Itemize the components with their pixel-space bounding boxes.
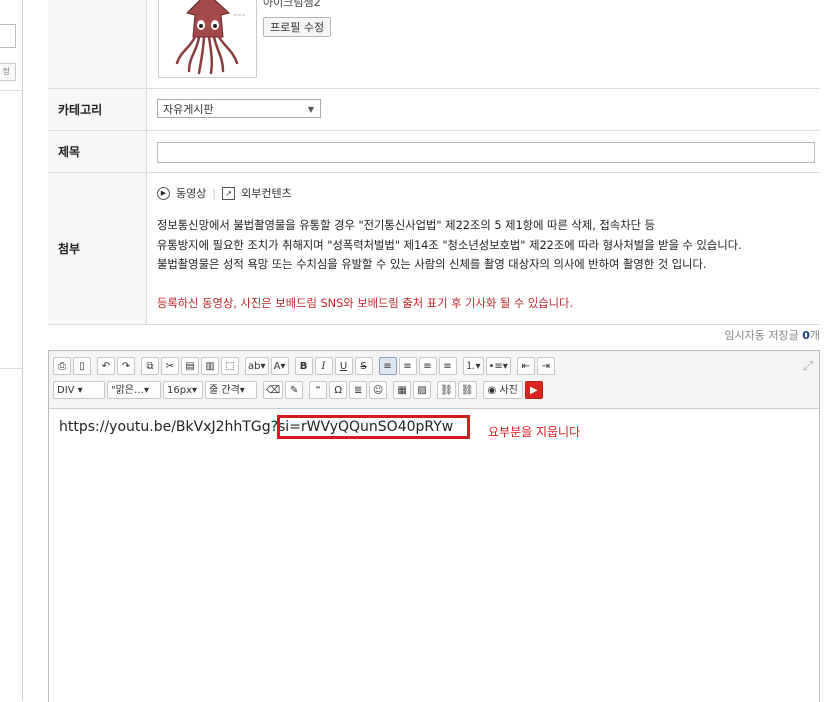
editor-toolbar: ⎙ ▯ ↶ ↷ ⧉ ✂ ▤ ▥ ⬚ ab▾ A▾ B I U S ≡ ≡ ≡ ≡… (49, 351, 819, 409)
toolbar-row-2: DIV ▾ "맑은…▾ 16px▾ 줄 간격▾ ⌫ ✎ “ Ω ≣ ☺ ▦ ▨ … (53, 381, 543, 399)
select-all-icon[interactable]: ⬚ (221, 357, 239, 375)
format-select[interactable]: DIV ▾ (53, 381, 105, 399)
camera-icon: ◉ (487, 385, 497, 396)
external-link-icon: ↗ (222, 186, 236, 200)
font-size-select[interactable]: 16px▾ (163, 381, 203, 399)
font-family-select-value: "맑은… (111, 385, 144, 396)
sidebar-divider (0, 90, 22, 91)
play-circle-icon: ▶ (157, 186, 170, 200)
font-family-select[interactable]: "맑은…▾ (107, 381, 161, 399)
sidebar-divider (0, 368, 22, 369)
special-char-icon[interactable]: Ω (329, 381, 348, 399)
outdent-icon[interactable]: ⇤ (516, 357, 535, 375)
attach-video-link[interactable]: 동영상 (176, 185, 206, 201)
category-select-value: 자유게시판 (163, 103, 214, 116)
font-color-icon[interactable]: A▾ (270, 357, 289, 375)
strikethrough-icon[interactable]: S (354, 357, 373, 375)
unlink-icon[interactable]: ⛓ (457, 381, 477, 399)
legal-notice: 정보통신망에서 불법촬영물을 유통할 경우 "전기통신사업법" 제22조의 5 … (157, 216, 742, 275)
fullscreen-icon[interactable]: ⤢ (803, 359, 813, 374)
attach-external-link[interactable]: 외부컨텐츠 (241, 185, 292, 201)
photo-button[interactable]: ◉ 사진 (482, 381, 523, 399)
highlight-color-icon[interactable]: ab▾ (245, 357, 269, 375)
table-icon[interactable]: ▦ (393, 381, 412, 399)
edit-profile-button[interactable]: 프로필 수정 (263, 17, 332, 37)
italic-icon[interactable]: I (314, 357, 333, 375)
indent-icon[interactable]: ⇥ (536, 357, 555, 375)
rich-text-editor: ⎙ ▯ ↶ ↷ ⧉ ✂ ▤ ▥ ⬚ ab▾ A▾ B I U S ≡ ≡ ≡ ≡… (48, 350, 820, 702)
clear-format-icon[interactable]: ⌫ (263, 381, 284, 399)
sidebar-input[interactable] (0, 24, 16, 48)
bullet-list-icon[interactable]: •≡▾ (485, 357, 511, 375)
post-form: ~~~ 아이크림샘2 프로필 수정 카테고리 자유게시판 ▼ 제목 첨부 ▶ 동 (48, 0, 820, 325)
autosave-status[interactable]: 임시자동 저장글 0개 (48, 327, 820, 343)
notice-line: 정보통신망에서 불법촬영물을 유통할 경우 "전기통신사업법" 제22조의 5 … (157, 219, 655, 232)
title-row: 제목 (48, 131, 820, 173)
format-select-value: DIV (57, 385, 75, 396)
chevron-down-icon: ▼ (307, 105, 314, 114)
svg-text:~~~: ~~~ (233, 13, 246, 19)
attachment-row: 첨부 ▶ 동영상 | ↗ 외부컨텐츠 정보통신망에서 불법촬영물을 유통할 경우… (48, 173, 820, 325)
toolbar-row-1: ⎙ ▯ ↶ ↷ ⧉ ✂ ▤ ▥ ⬚ ab▾ A▾ B I U S ≡ ≡ ≡ ≡… (53, 357, 555, 375)
photo-button-label: 사진 (499, 385, 518, 396)
quote-icon[interactable]: “ (309, 381, 328, 399)
cut-icon[interactable]: ✂ (161, 357, 179, 375)
align-left-icon[interactable]: ≡ (378, 357, 397, 375)
format-painter-icon[interactable]: ✎ (285, 381, 304, 399)
align-justify-icon[interactable]: ≡ (438, 357, 457, 375)
line-height-select-value: 줄 간격 (209, 385, 240, 396)
notice-line: 불법촬영물은 성적 욕망 또는 수치심을 유발할 수 있는 사람의 신체를 촬영… (157, 258, 707, 271)
table-edit-icon[interactable]: ▨ (413, 381, 432, 399)
copy-icon[interactable]: ⧉ (141, 357, 159, 375)
youtube-icon[interactable]: ▶ (524, 381, 543, 399)
print-icon[interactable]: ⎙ (53, 357, 71, 375)
left-sidebar: 정 (0, 0, 23, 701)
paste-text-icon[interactable]: ▥ (201, 357, 219, 375)
link-separator: | (212, 186, 217, 200)
category-label: 카테고리 (48, 89, 147, 130)
title-label: 제목 (48, 131, 147, 172)
squid-avatar-image: ~~~ (175, 0, 246, 75)
link-icon[interactable]: ⛓ (437, 381, 456, 399)
category-row: 카테고리 자유게시판 ▼ (48, 89, 820, 131)
notice-line: 유통방지에 필요한 조치가 취해지며 "성폭력처벌법" 제14조 "청소년성보호… (157, 238, 742, 252)
paste-icon[interactable]: ▤ (181, 357, 199, 375)
font-size-select-value: 16px (167, 385, 192, 396)
avatar: ~~~ (158, 0, 257, 78)
profile-label-cell (48, 0, 147, 88)
underline-icon[interactable]: U (334, 357, 353, 375)
horizontal-line-icon[interactable]: ≣ (349, 381, 368, 399)
attachment-links: ▶ 동영상 | ↗ 외부컨텐츠 (157, 185, 292, 201)
category-select[interactable]: 자유게시판 ▼ (157, 99, 321, 118)
new-page-icon[interactable]: ▯ (73, 357, 91, 375)
title-input[interactable] (157, 142, 815, 163)
align-center-icon[interactable]: ≡ (398, 357, 417, 375)
autosave-count: 0 (802, 329, 810, 342)
autosave-label: 임시자동 저장글 (724, 329, 799, 342)
line-height-select[interactable]: 줄 간격▾ (205, 381, 257, 399)
sidebar-small-button[interactable]: 정 (0, 63, 16, 81)
emoticon-icon[interactable]: ☺ (369, 381, 388, 399)
notice-red-text: 등록하신 동영상, 사진은 보배드림 SNS와 보배드림 출처 표기 후 기사화… (157, 297, 574, 310)
redo-icon[interactable]: ↷ (117, 357, 135, 375)
undo-icon[interactable]: ↶ (97, 357, 115, 375)
align-right-icon[interactable]: ≡ (418, 357, 437, 375)
bold-icon[interactable]: B (294, 357, 313, 375)
annotation-text: 요부분을 지웁니다 (488, 425, 581, 439)
attachment-label: 첨부 (48, 173, 147, 324)
profile-nickname: 아이크림샘2 (263, 0, 321, 9)
ordered-list-icon[interactable]: ⒈▾ (462, 357, 484, 375)
highlight-box (277, 415, 470, 439)
autosave-unit: 개 (809, 329, 820, 342)
profile-row: ~~~ 아이크림샘2 프로필 수정 (48, 0, 820, 89)
